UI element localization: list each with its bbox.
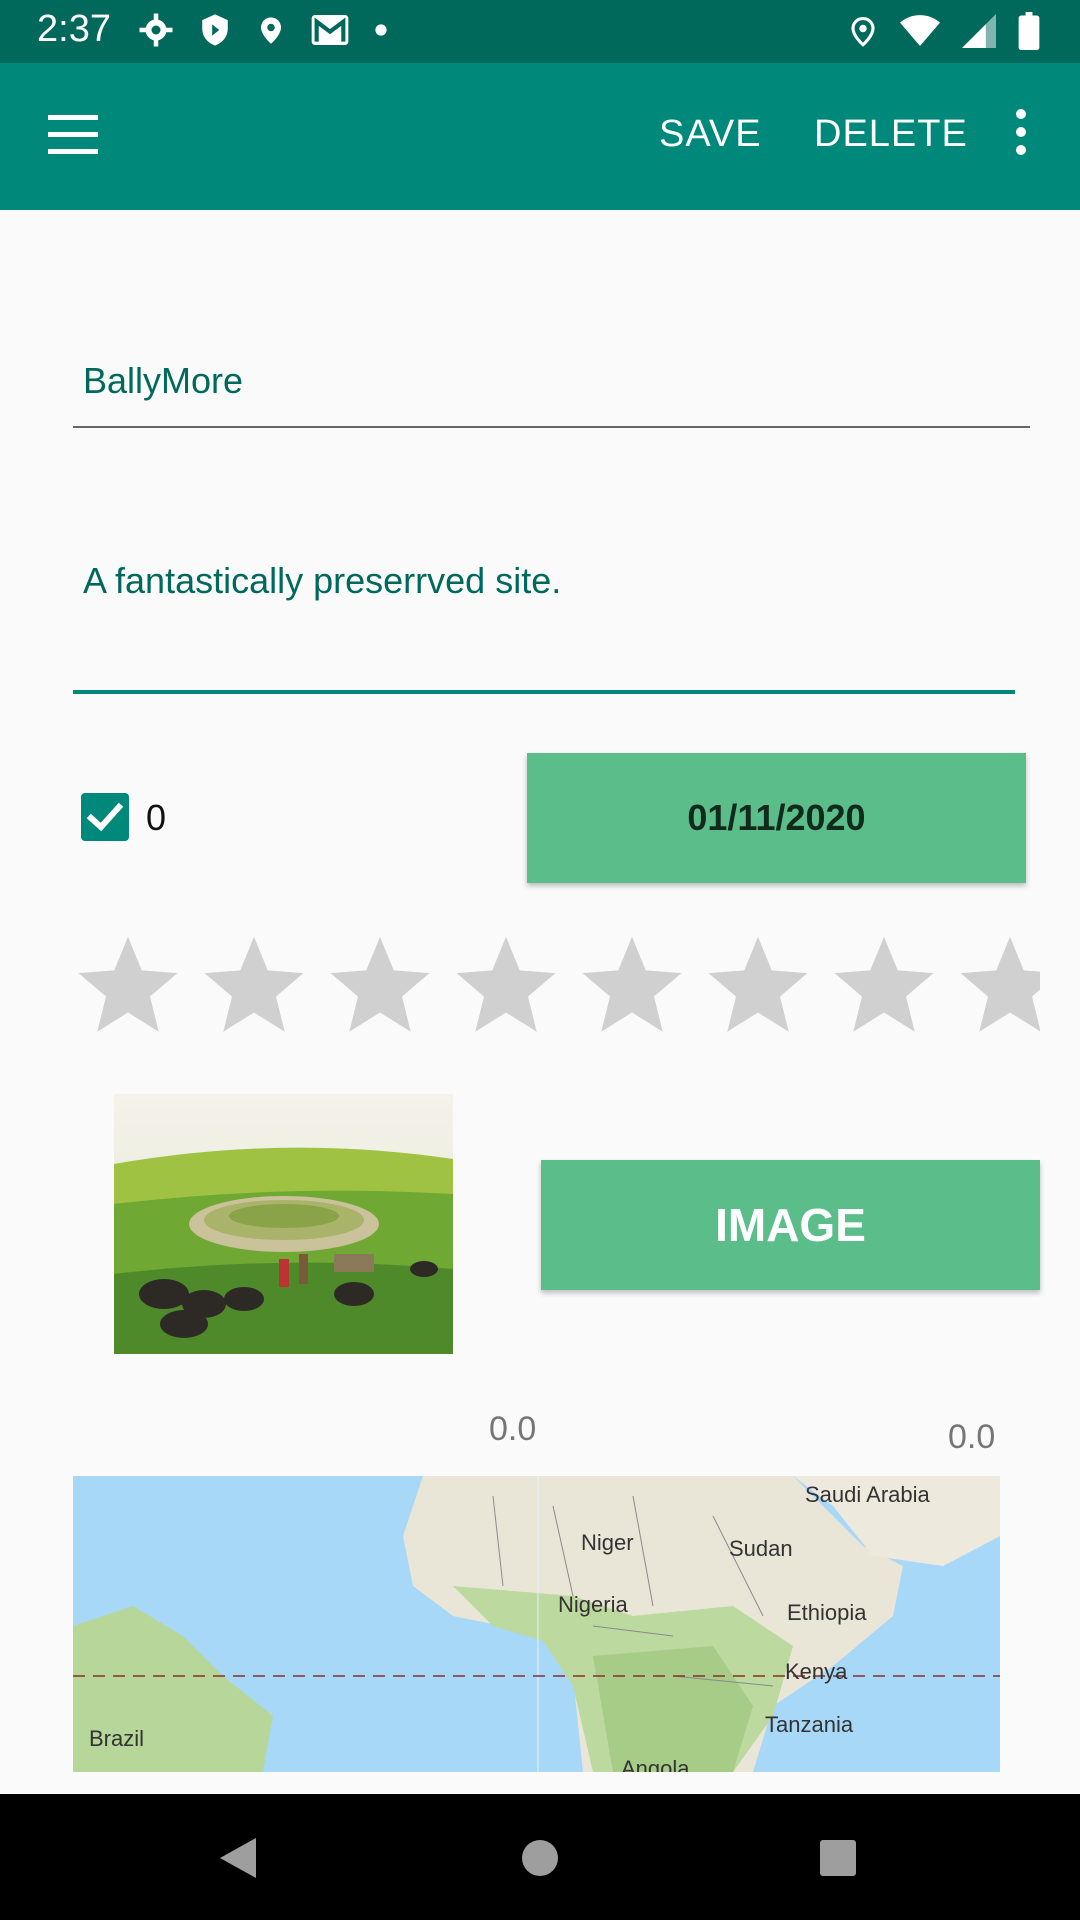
visited-checkbox[interactable]: [81, 793, 129, 841]
settings-icon: [139, 13, 173, 47]
rating-star-icon[interactable]: [829, 930, 939, 1040]
wifi-icon: [900, 15, 940, 46]
rating-bar[interactable]: [73, 930, 1040, 1040]
delete-button[interactable]: DELETE: [814, 113, 968, 156]
map-label: Angola: [621, 1756, 690, 1772]
rating-star-icon[interactable]: [73, 930, 183, 1040]
image-button[interactable]: IMAGE: [541, 1160, 1040, 1290]
home-icon[interactable]: [520, 1838, 560, 1878]
latitude-value: 0.0: [489, 1410, 537, 1448]
rating-star-icon[interactable]: [703, 930, 813, 1040]
save-button[interactable]: SAVE: [659, 113, 762, 156]
rating-star-icon[interactable]: [955, 930, 1040, 1040]
recents-icon[interactable]: [818, 1838, 858, 1878]
site-image: [114, 1094, 453, 1354]
status-right-icons: [848, 12, 1040, 50]
map-label: Niger: [581, 1530, 634, 1555]
status-time: 2:37: [37, 8, 111, 50]
battery-icon: [1018, 12, 1040, 50]
rating-star-icon[interactable]: [451, 930, 561, 1040]
description-field[interactable]: A fantastically preserrved site.: [73, 560, 1015, 694]
rating-star-icon[interactable]: [199, 930, 309, 1040]
map-label: Sudan: [729, 1536, 793, 1561]
rating-star-icon[interactable]: [577, 930, 687, 1040]
map-label: Kenya: [785, 1659, 848, 1684]
check-icon: [86, 802, 124, 832]
map-label: Brazil: [89, 1726, 145, 1751]
rating-star-icon[interactable]: [325, 930, 435, 1040]
map-label: Ethiopia: [787, 1600, 867, 1625]
navigation-bar: [0, 1794, 1080, 1920]
map-label: Tanzania: [765, 1712, 854, 1737]
visited-label: 0: [146, 797, 167, 838]
date-button[interactable]: 01/11/2020: [527, 753, 1026, 883]
back-icon[interactable]: [216, 1834, 260, 1882]
shield-icon: [202, 14, 228, 46]
overflow-menu-icon[interactable]: [1010, 103, 1034, 163]
menu-button[interactable]: [48, 115, 98, 155]
map-label: Saudi Arabia: [805, 1482, 930, 1507]
location-icon: [261, 17, 281, 44]
notification-dot-icon: [375, 24, 387, 36]
description-value: A fantastically preserrved site.: [83, 560, 562, 601]
location-icon: [851, 16, 875, 47]
longitude-value: 0.0: [948, 1418, 996, 1456]
title-value: BallyMore: [83, 360, 244, 401]
gmail-icon: [311, 15, 349, 45]
status-bar: 2:37: [0, 0, 1080, 63]
map-view[interactable]: Saudi Arabia Niger Sudan Nigeria Ethiopi…: [73, 1476, 1000, 1772]
status-left-icons: [138, 12, 388, 48]
title-field[interactable]: BallyMore: [73, 360, 1030, 428]
map-label: Nigeria: [558, 1592, 628, 1617]
app-bar: SAVE DELETE: [0, 63, 1080, 210]
signal-icon: [962, 14, 996, 48]
